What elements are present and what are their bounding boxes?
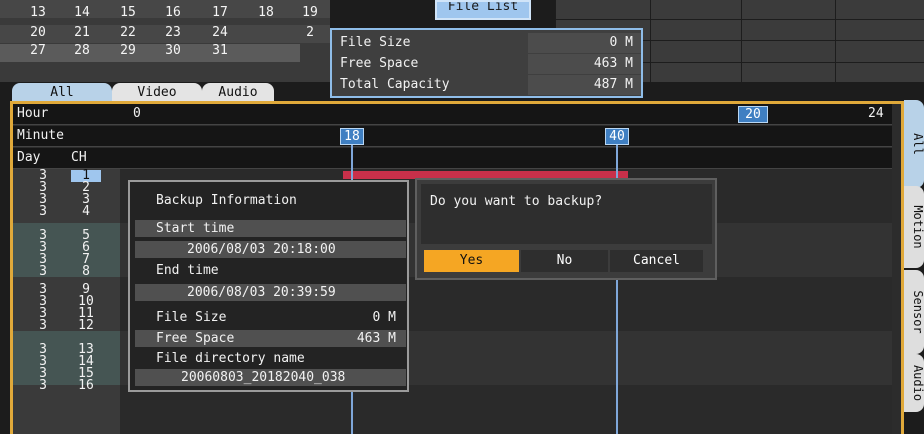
total-capacity-label: Total Capacity <box>340 77 450 92</box>
file-info-row: Total Capacity 487 M <box>332 75 641 95</box>
file-info-panel: File Size 0 M Free Space 463 M Total Cap… <box>330 28 643 98</box>
calendar-day[interactable]: 24 <box>200 25 240 41</box>
hour-row: Hour 0 20 24 <box>13 104 892 125</box>
side-tab-all-label: All <box>911 133 924 155</box>
backup-info-title: Backup Information <box>156 193 297 208</box>
backup-file-size-value: 0 M <box>372 310 396 325</box>
yes-button[interactable]: Yes <box>424 250 519 272</box>
tab-video[interactable]: Video <box>112 83 202 103</box>
backup-free-space-row: Free Space 463 M <box>135 330 406 347</box>
tab-audio[interactable]: Audio <box>202 83 274 103</box>
calendar-day[interactable]: 31 <box>200 43 240 59</box>
calendar-day[interactable]: 2 <box>290 25 330 41</box>
calendar-day[interactable]: 16 <box>153 5 193 21</box>
start-time-value: 2006/08/03 20:18:00 <box>135 241 406 258</box>
end-time-value: 2006/08/03 20:39:59 <box>135 284 406 301</box>
free-space-value: 463 M <box>593 56 633 71</box>
channel-item[interactable]: 8 <box>74 265 98 278</box>
hour-marker[interactable]: 20 <box>738 106 768 123</box>
calendar-day[interactable]: 17 <box>200 5 240 21</box>
calendar-day[interactable]: 13 <box>18 5 58 21</box>
side-tab-motion[interactable]: Motion <box>904 186 924 268</box>
calendar-day[interactable]: 15 <box>108 5 148 21</box>
day-cell: 3 <box>39 264 47 279</box>
ch-label: CH <box>71 150 87 165</box>
calendar-day[interactable]: 18 <box>246 5 286 21</box>
channel-item[interactable]: 16 <box>74 379 98 392</box>
backup-free-space-label: Free Space <box>156 331 235 346</box>
file-size-value: 0 M <box>609 35 633 50</box>
file-directory-label: File directory name <box>156 351 305 366</box>
total-capacity-value: 487 M <box>593 77 633 92</box>
day-cell: 3 <box>39 204 47 219</box>
minute-row: Minute 18 40 <box>13 126 892 147</box>
dialog-message-box: Do you want to backup? <box>421 184 712 244</box>
calendar-day[interactable]: 20 <box>18 25 58 41</box>
side-tab-all[interactable]: All <box>904 100 924 188</box>
side-tab-motion-label: Motion <box>911 205 924 249</box>
calendar-day[interactable]: 21 <box>62 25 102 41</box>
day-cell: 3 <box>39 318 47 333</box>
calendar-day[interactable]: 19 <box>290 5 330 21</box>
file-size-label: File Size <box>340 35 411 50</box>
calendar-day[interactable]: 28 <box>62 43 102 59</box>
side-tab-audio-label: Audio <box>911 364 924 402</box>
end-time-label: End time <box>156 263 219 278</box>
day-ch-row: Day CH <box>13 148 892 169</box>
backup-confirm-dialog: Do you want to backup? Yes No Cancel <box>415 178 717 280</box>
file-directory-value: 20060803_20182040_038 <box>135 369 406 386</box>
calendar-day[interactable]: 22 <box>108 25 148 41</box>
hour-label: Hour <box>17 106 49 121</box>
calendar-day[interactable]: 29 <box>108 43 148 59</box>
calendar: 13 14 15 16 17 18 19 20 21 22 23 24 2 27… <box>0 0 330 82</box>
start-time-label: Start time <box>135 220 406 237</box>
minute-marker-start[interactable]: 18 <box>340 128 364 145</box>
calendar-day[interactable]: 30 <box>153 43 193 59</box>
backup-file-size-label: File Size <box>156 310 227 325</box>
minute-marker-end[interactable]: 40 <box>605 128 629 145</box>
channel-item[interactable]: 4 <box>74 205 98 218</box>
backup-free-space-value: 463 M <box>356 331 396 346</box>
calendar-day[interactable]: 14 <box>62 5 102 21</box>
dialog-message: Do you want to backup? <box>430 194 603 209</box>
calendar-day[interactable]: 27 <box>18 43 58 59</box>
file-list-button[interactable]: File List <box>435 0 531 20</box>
day-cell: 3 <box>39 378 47 393</box>
backup-info-panel: Backup Information Start time 2006/08/03… <box>128 180 409 392</box>
tab-all[interactable]: All <box>12 83 112 103</box>
minute-label: Minute <box>17 128 64 143</box>
cancel-button[interactable]: Cancel <box>610 250 703 272</box>
day-label: Day <box>17 150 41 165</box>
channel-numbers: 3 3 3 3 3 3 3 3 3 3 3 3 3 3 3 3 1 2 3 4 … <box>13 169 120 434</box>
no-button[interactable]: No <box>521 250 608 272</box>
side-tab-sensor-label: Sensor <box>911 290 924 334</box>
hour-start: 0 <box>133 106 141 121</box>
hour-end: 24 <box>868 106 884 121</box>
free-space-label: Free Space <box>340 56 419 71</box>
backup-file-size-row: File Size 0 M <box>135 309 406 326</box>
channel-item[interactable]: 12 <box>74 319 98 332</box>
side-tab-audio[interactable]: Audio <box>904 354 924 412</box>
file-info-row: File Size 0 M <box>332 33 641 53</box>
side-tab-sensor[interactable]: Sensor <box>904 270 924 354</box>
file-info-row: Free Space 463 M <box>332 54 641 74</box>
calendar-day[interactable]: 23 <box>153 25 193 41</box>
